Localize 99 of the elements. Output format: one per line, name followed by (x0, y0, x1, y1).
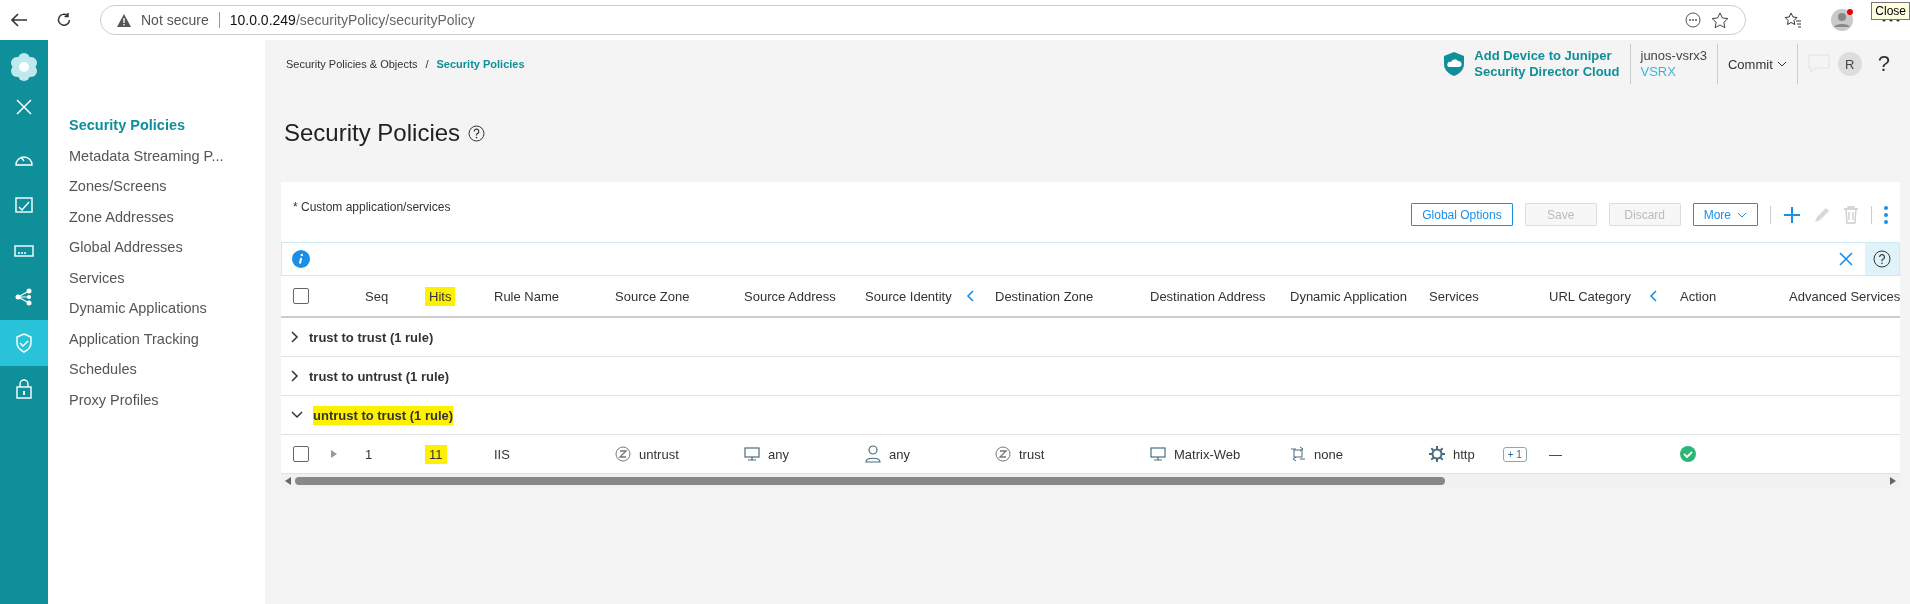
security-label: Not secure (141, 12, 209, 28)
breadcrumb-item: Security Policies (436, 58, 525, 70)
lock-icon (16, 379, 32, 399)
chart-icon (15, 197, 33, 213)
nav-item[interactable]: Dynamic Applications (69, 293, 265, 324)
kebab-menu-icon[interactable] (1884, 205, 1888, 224)
address-bar[interactable]: Not secure 10.0.0.249/securityPolicy/securityPolicy (100, 5, 1746, 35)
column-header[interactable]: Seq (361, 286, 393, 306)
chevron-left-icon[interactable] (1649, 290, 1657, 302)
chevron-down-icon (291, 411, 303, 419)
application-icon (1290, 446, 1306, 462)
more-dropdown[interactable]: More (1692, 203, 1758, 226)
nav-item[interactable]: Proxy Profiles (69, 384, 265, 415)
table-cell: 1 (365, 446, 373, 462)
column-header[interactable]: Source Identity (861, 286, 956, 306)
table-cell: untrust (639, 446, 679, 462)
table-cell: IIS (494, 446, 510, 462)
column-header[interactable]: URL Category (1545, 286, 1635, 306)
caret-icon (1737, 211, 1747, 218)
sidebar-icon-button[interactable] (0, 320, 48, 366)
add-device-link[interactable]: Add Device to Juniper Security Director Cloud (1474, 48, 1620, 80)
column-header[interactable]: Advanced Services (1785, 286, 1900, 306)
table-cell: 11 (425, 444, 447, 464)
info-icon (292, 250, 310, 268)
chevron-right-icon (291, 331, 299, 343)
nav-item[interactable]: Global Addresses (69, 232, 265, 263)
nav-item[interactable]: Metadata Streaming P... (69, 140, 265, 171)
column-header[interactable]: Destination Address (1146, 286, 1270, 306)
check-circle-icon (1680, 446, 1696, 462)
device-icon (14, 245, 34, 257)
close-icon[interactable] (1839, 252, 1853, 266)
column-header[interactable]: Services (1425, 286, 1483, 306)
nav-item[interactable]: Zones/Screens (69, 171, 265, 202)
nav-item[interactable]: Schedules (69, 354, 265, 385)
column-header[interactable]: Dynamic Application (1286, 286, 1412, 306)
scroll-left-icon[interactable] (285, 477, 291, 485)
favorites-icon[interactable] (1784, 11, 1802, 29)
group-row[interactable]: trust to trust (1 rule) (281, 318, 1900, 357)
table-cell: Matrix-Web (1174, 446, 1241, 462)
table-cell: — (1549, 446, 1562, 462)
profile-icon[interactable] (1830, 8, 1854, 32)
nav-item[interactable]: Security Policies (69, 110, 265, 141)
table-cell: http (1453, 446, 1475, 462)
caret-icon (1776, 61, 1787, 67)
nav-item[interactable]: Application Tracking (69, 323, 265, 354)
url-text: 10.0.0.249/securityPolicy/securityPolicy (229, 12, 475, 28)
chevron-right-icon (291, 370, 299, 382)
nav-item[interactable]: Services (69, 262, 265, 293)
share-icon (15, 288, 33, 306)
row-checkbox[interactable] (293, 446, 309, 462)
table-cell: trust (1019, 446, 1045, 462)
scroll-right-icon[interactable] (1890, 477, 1896, 485)
nav-item[interactable]: Zone Addresses (69, 201, 265, 232)
group-row[interactable]: trust to untrust (1 rule) (281, 357, 1900, 396)
column-header[interactable]: Destination Zone (991, 286, 1098, 306)
table-cell: any (768, 446, 789, 462)
shield-cloud-icon (1442, 51, 1467, 77)
zone-icon (995, 446, 1011, 462)
help-icon[interactable] (1873, 250, 1891, 268)
column-header[interactable]: Action (1676, 286, 1721, 306)
breadcrumb-item[interactable]: Security Policies & Objects (286, 58, 418, 70)
device-name: junos-vsrx3 (1640, 48, 1707, 64)
page-title: Security Policies (284, 119, 461, 147)
reload-icon[interactable] (56, 12, 72, 28)
group-label: trust to untrust (1 rule) (309, 367, 450, 386)
add-icon[interactable] (1783, 205, 1801, 224)
back-icon[interactable] (10, 12, 28, 28)
flower-logo-icon (9, 52, 39, 82)
more-badge[interactable]: + 1 (1502, 446, 1527, 462)
star-icon[interactable] (1711, 11, 1729, 29)
breadcrumb-item[interactable]: / (425, 58, 429, 70)
select-all-checkbox[interactable] (293, 288, 309, 304)
group-label: trust to trust (1 rule) (309, 328, 434, 347)
column-header[interactable]: Rule Name (490, 286, 564, 306)
computer-icon (1150, 446, 1166, 462)
device-model: VSRX (1640, 64, 1677, 80)
computer-icon (744, 446, 760, 462)
more-icon[interactable] (1685, 12, 1701, 28)
toolbar-button[interactable]: Global Options (1411, 203, 1513, 226)
column-header[interactable]: Hits (425, 286, 456, 306)
chevron-left-icon[interactable] (966, 290, 974, 302)
note-text: * Custom application/services (293, 200, 451, 214)
help-icon[interactable] (468, 124, 486, 142)
group-label: untrust to trust (1 rule) (313, 405, 454, 425)
user-avatar[interactable]: R (1837, 52, 1862, 76)
group-row[interactable]: untrust to trust (1 rule) (281, 396, 1900, 435)
help-button[interactable]: ? (1877, 51, 1890, 77)
shield-icon (15, 333, 33, 353)
warning-icon (117, 13, 131, 27)
column-header[interactable]: Source Zone (611, 286, 694, 306)
table-cell: none (1314, 446, 1343, 462)
column-header[interactable]: Source Address (740, 286, 840, 306)
zone-icon (615, 446, 631, 462)
gear-icon (1429, 446, 1445, 462)
table-cell: any (889, 446, 910, 462)
expand-arrow-icon[interactable] (331, 450, 337, 458)
commit-dropdown[interactable]: Commit (1727, 56, 1787, 72)
tooltip: Close (1871, 2, 1910, 20)
user-icon (865, 445, 881, 463)
